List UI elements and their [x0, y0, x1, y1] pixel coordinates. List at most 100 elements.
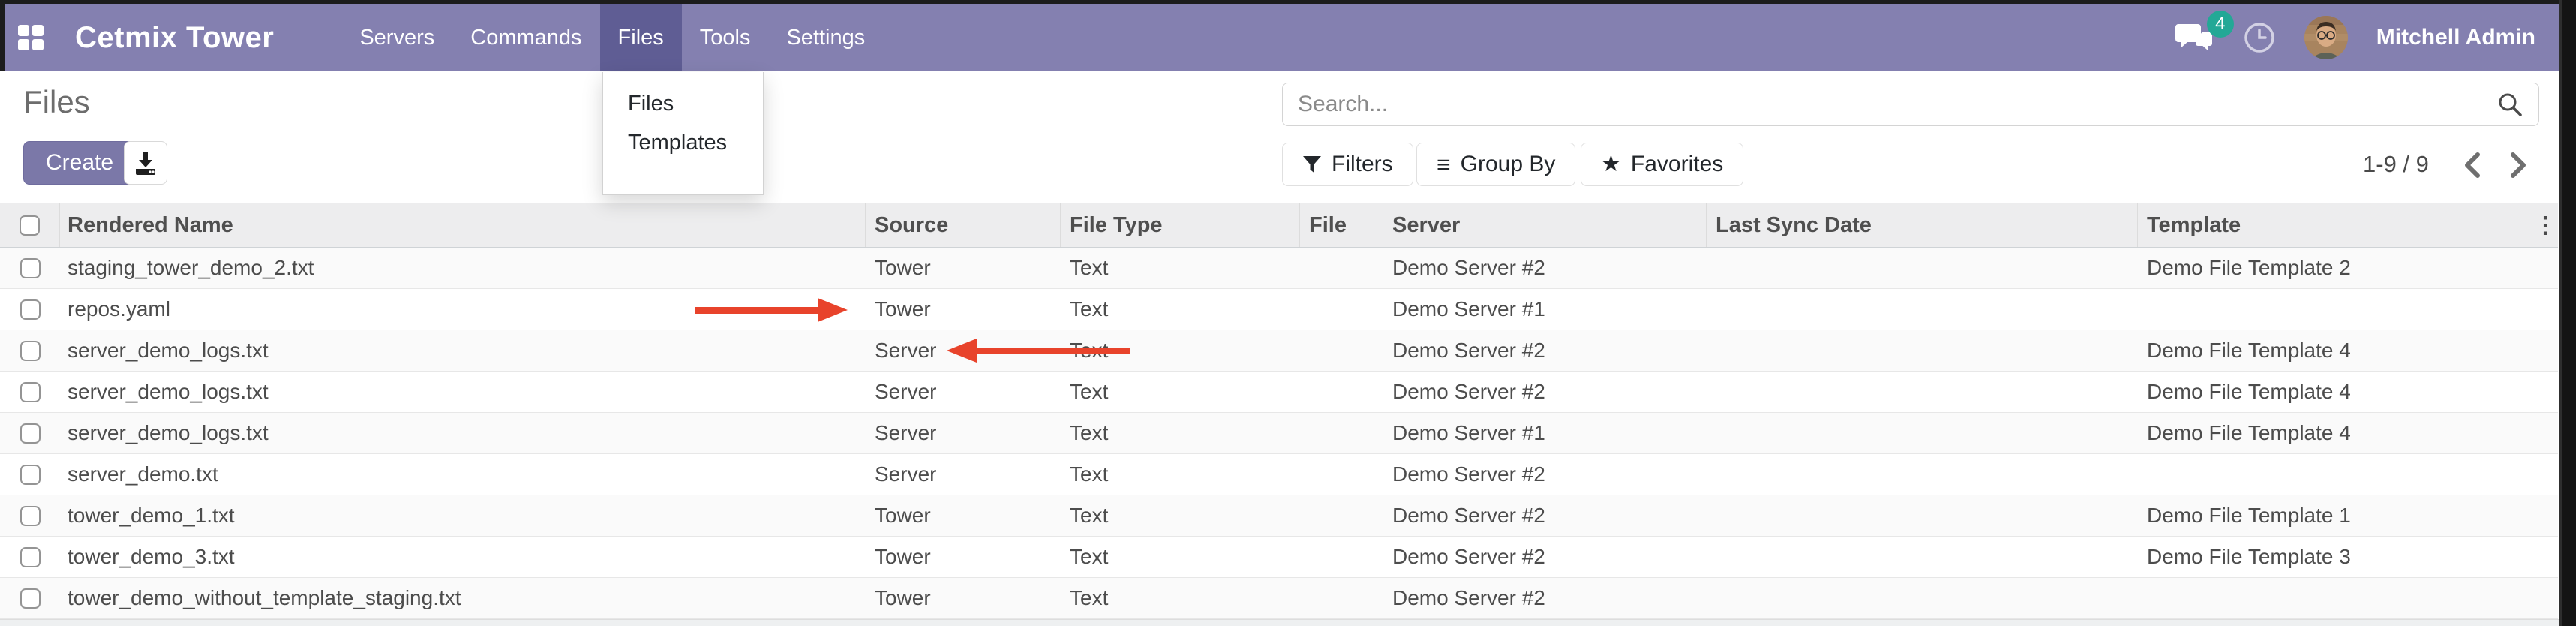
cell-source: Tower: [866, 504, 1061, 528]
pager-next-button[interactable]: [2508, 152, 2528, 179]
column-header-server[interactable]: Server: [1383, 203, 1707, 247]
cell-source: Tower: [866, 256, 1061, 280]
row-checkbox[interactable]: [20, 382, 41, 402]
cell-source: Server: [866, 462, 1061, 486]
navbar: Cetmix Tower Servers Commands Files Tool…: [0, 4, 2576, 71]
row-checkbox-cell: [0, 258, 60, 278]
row-checkbox[interactable]: [20, 588, 41, 609]
user-avatar[interactable]: [2304, 16, 2348, 59]
table-row[interactable]: server_demo.txt Server Text Demo Server …: [0, 454, 2558, 495]
cell-template: Demo File Template 4: [2138, 421, 2532, 445]
row-checkbox[interactable]: [20, 465, 41, 485]
user-name[interactable]: Mitchell Admin: [2376, 25, 2535, 50]
row-checkbox[interactable]: [20, 506, 41, 526]
cell-rendered-name: server_demo.txt: [60, 462, 866, 486]
menu-item-servers[interactable]: Servers: [341, 4, 452, 71]
table-row[interactable]: server_demo_logs.txt Server Text Demo Se…: [0, 413, 2558, 454]
column-header-last-sync-date[interactable]: Last Sync Date: [1707, 203, 2138, 247]
row-checkbox[interactable]: [20, 258, 41, 278]
messages-button[interactable]: 4: [2175, 21, 2214, 54]
cell-server: Demo Server #1: [1383, 421, 1707, 445]
chevron-left-icon: [2463, 152, 2482, 179]
group-by-label: Group By: [1461, 152, 1556, 177]
select-all-checkbox[interactable]: [20, 215, 40, 236]
cell-file-type: Text: [1061, 504, 1300, 528]
cell-source: Tower: [866, 545, 1061, 569]
optional-columns-toggle[interactable]: ⋮: [2532, 203, 2558, 247]
dropdown-item-templates[interactable]: Templates: [603, 123, 763, 162]
table-body: staging_tower_demo_2.txt Tower Text Demo…: [0, 248, 2558, 619]
cell-server: Demo Server #2: [1383, 504, 1707, 528]
menu-item-settings[interactable]: Settings: [768, 4, 883, 71]
favorites-label: Favorites: [1631, 152, 1723, 177]
screenshot-frame-right: [2559, 0, 2576, 626]
group-by-button[interactable]: ≡ Group By: [1416, 143, 1575, 186]
column-header-source[interactable]: Source: [866, 203, 1061, 247]
row-checkbox-cell: [0, 506, 60, 526]
apps-menu-icon[interactable]: [18, 25, 44, 50]
pager-previous-button[interactable]: [2463, 152, 2482, 179]
menu-item-files[interactable]: Files: [600, 4, 682, 71]
page-title: Files: [23, 84, 90, 120]
cell-rendered-name: tower_demo_without_template_staging.txt: [60, 586, 866, 610]
row-checkbox[interactable]: [20, 423, 41, 444]
table-row[interactable]: staging_tower_demo_2.txt Tower Text Demo…: [0, 248, 2558, 289]
cell-file-type: Text: [1061, 256, 1300, 280]
row-checkbox[interactable]: [20, 547, 41, 567]
cell-rendered-name: staging_tower_demo_2.txt: [60, 256, 866, 280]
table-row[interactable]: server_demo_logs.txt Server Text Demo Se…: [0, 330, 2558, 372]
row-checkbox-cell: [0, 465, 60, 485]
cell-server: Demo Server #2: [1383, 545, 1707, 569]
annotation-arrow-right: [695, 298, 848, 322]
row-checkbox-cell: [0, 382, 60, 402]
cell-file-type: Text: [1061, 462, 1300, 486]
activities-clock-icon[interactable]: [2243, 21, 2276, 54]
files-table: Rendered Name Source File Type File Serv…: [0, 203, 2558, 619]
bars-icon: ≡: [1437, 152, 1451, 176]
row-checkbox[interactable]: [20, 299, 41, 320]
table-row[interactable]: repos.yaml Tower Text Demo Server #1: [0, 289, 2558, 330]
cell-template: Demo File Template 4: [2138, 339, 2532, 363]
table-row[interactable]: tower_demo_3.txt Tower Text Demo Server …: [0, 537, 2558, 578]
search-input[interactable]: [1298, 92, 2496, 117]
column-header-rendered-name[interactable]: Rendered Name: [60, 203, 866, 247]
row-checkbox-cell: [0, 547, 60, 567]
upload-button[interactable]: [124, 141, 167, 185]
table-row[interactable]: server_demo_logs.txt Server Text Demo Se…: [0, 372, 2558, 413]
screenshot-frame-left: [0, 0, 5, 71]
cell-server: Demo Server #2: [1383, 339, 1707, 363]
main-menu: Servers Commands Files Tools Settings: [341, 4, 883, 71]
brand-title: Cetmix Tower: [75, 21, 274, 55]
messages-count-badge: 4: [2207, 11, 2234, 38]
table-row[interactable]: tower_demo_1.txt Tower Text Demo Server …: [0, 495, 2558, 537]
cell-rendered-name: server_demo_logs.txt: [60, 380, 866, 404]
menu-item-commands[interactable]: Commands: [452, 4, 599, 71]
cell-source: Tower: [866, 586, 1061, 610]
list-bottom-strip: [0, 619, 2559, 626]
row-checkbox-cell: [0, 299, 60, 320]
cell-rendered-name: tower_demo_1.txt: [60, 504, 866, 528]
column-header-file[interactable]: File: [1300, 203, 1383, 247]
menu-item-tools[interactable]: Tools: [682, 4, 769, 71]
cell-rendered-name: server_demo_logs.txt: [60, 339, 866, 363]
cell-file-type: Text: [1061, 297, 1300, 321]
favorites-button[interactable]: ★ Favorites: [1581, 143, 1743, 186]
column-header-template[interactable]: Template: [2138, 203, 2532, 247]
files-menu-dropdown: Files Templates: [602, 72, 764, 195]
row-checkbox-cell: [0, 341, 60, 361]
row-checkbox[interactable]: [20, 341, 41, 361]
dropdown-item-files[interactable]: Files: [603, 84, 763, 123]
create-button[interactable]: Create: [23, 141, 136, 185]
cell-template: Demo File Template 1: [2138, 504, 2532, 528]
cell-source: Server: [866, 421, 1061, 445]
star-icon: ★: [1601, 153, 1621, 176]
column-header-file-type[interactable]: File Type: [1061, 203, 1300, 247]
pager-range: 1-9 / 9: [2363, 143, 2429, 186]
filters-button[interactable]: Filters: [1282, 143, 1413, 186]
search-icon[interactable]: [2496, 91, 2523, 118]
table-row[interactable]: tower_demo_without_template_staging.txt …: [0, 578, 2558, 619]
cell-source: Server: [866, 380, 1061, 404]
row-checkbox-cell: [0, 588, 60, 609]
cell-template: Demo File Template 3: [2138, 545, 2532, 569]
navbar-right: 4 Mitchell Admin: [2175, 16, 2535, 59]
